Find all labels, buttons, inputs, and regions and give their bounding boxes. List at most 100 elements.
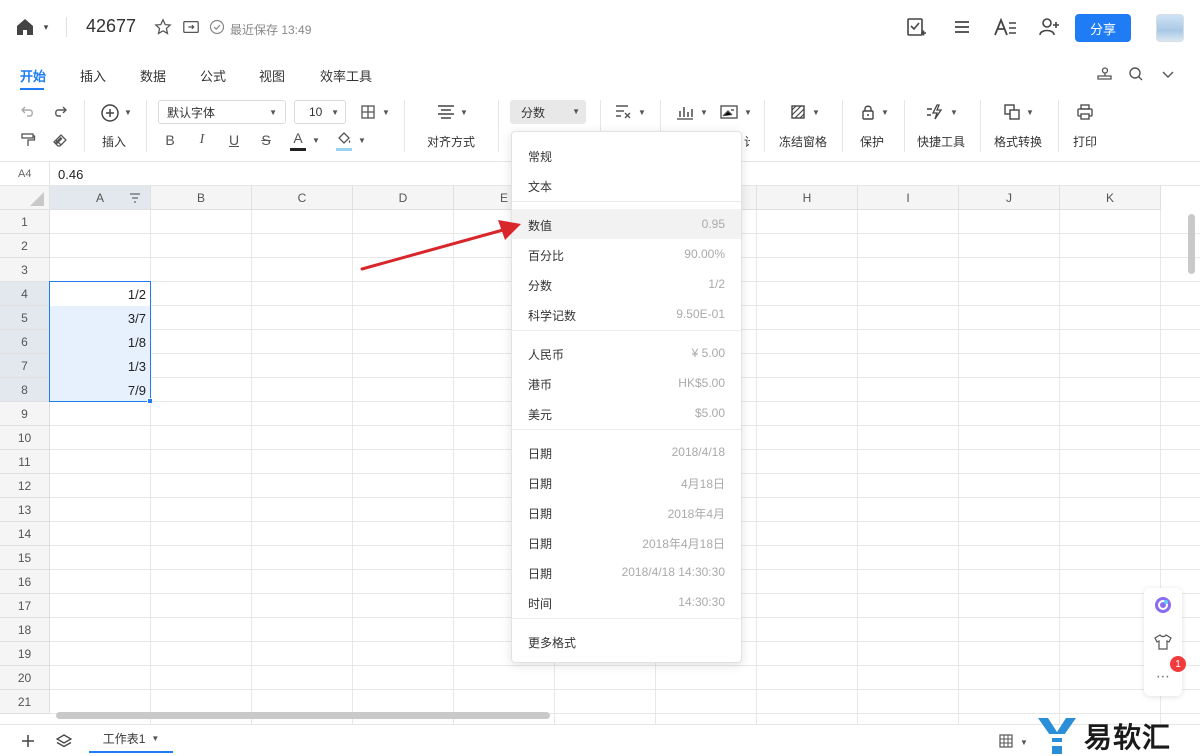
chevron-down-icon[interactable]: ▾ xyxy=(40,20,52,34)
image-dropdown-caret[interactable]: ▼ xyxy=(744,108,752,117)
column-header-i[interactable]: I xyxy=(858,186,959,210)
format-painter-icon[interactable] xyxy=(18,130,38,150)
borders-dropdown-caret[interactable]: ▼ xyxy=(382,108,390,117)
insert-dropdown-caret[interactable]: ▼ xyxy=(124,108,132,117)
font-color-button[interactable]: A xyxy=(288,128,308,148)
align-dropdown-caret[interactable]: ▼ xyxy=(460,108,468,117)
insert-label[interactable]: 插入 xyxy=(102,133,126,150)
font-family-select[interactable]: 默认字体 ▼ xyxy=(158,100,286,124)
row-header-9[interactable]: 9 xyxy=(0,402,50,426)
image-icon[interactable] xyxy=(718,102,740,122)
fill-handle[interactable] xyxy=(147,398,153,404)
quick-tools-label[interactable]: 快捷工具 xyxy=(917,133,965,150)
collapse-ribbon-icon[interactable] xyxy=(1158,64,1178,84)
doc-title[interactable]: 42677 xyxy=(86,16,136,37)
column-header-h[interactable]: H xyxy=(757,186,858,210)
tab-home[interactable]: 开始 xyxy=(20,66,46,85)
row-header-5[interactable]: 5 xyxy=(0,306,50,330)
row-header-7[interactable]: 7 xyxy=(0,354,50,378)
format-item-time[interactable]: 时间 14:30:30 xyxy=(512,587,741,617)
format-item-cny[interactable]: 人民币 ¥ 5.00 xyxy=(512,338,741,368)
protect-dropdown-caret[interactable]: ▼ xyxy=(881,108,889,117)
printer-icon[interactable] xyxy=(1075,102,1095,122)
row-header-10[interactable]: 10 xyxy=(0,426,50,450)
format-item-percent[interactable]: 百分比 90.00% xyxy=(512,239,741,269)
align-icon[interactable] xyxy=(436,102,456,122)
view-mode-icon[interactable] xyxy=(998,733,1014,749)
font-size-select[interactable]: 10 ▼ xyxy=(294,100,346,124)
insert-icon[interactable] xyxy=(98,102,122,124)
select-all-corner[interactable] xyxy=(0,186,50,210)
text-size-icon[interactable] xyxy=(992,15,1018,39)
format-convert-dropdown-caret[interactable]: ▼ xyxy=(1026,108,1034,117)
format-item-date-2[interactable]: 日期 4月18日 xyxy=(512,467,741,497)
row-header-12[interactable]: 12 xyxy=(0,474,50,498)
skin-icon[interactable] xyxy=(1153,632,1173,652)
search-icon[interactable] xyxy=(1126,64,1146,84)
row-header-17[interactable]: 17 xyxy=(0,594,50,618)
row-header-8[interactable]: 8 xyxy=(0,378,50,402)
strikethrough-button[interactable]: S xyxy=(256,130,276,150)
row-header-18[interactable]: 18 xyxy=(0,618,50,642)
freeze-panes-icon[interactable] xyxy=(788,102,808,122)
undo-icon[interactable] xyxy=(18,102,38,122)
format-item-date-4[interactable]: 日期 2018年4月18日 xyxy=(512,527,741,557)
format-item-fraction[interactable]: 分数 1/2 xyxy=(512,269,741,299)
add-collaborator-icon[interactable] xyxy=(1036,15,1062,39)
chart-icon[interactable] xyxy=(674,102,696,122)
fill-color-dropdown-caret[interactable]: ▼ xyxy=(358,136,366,145)
column-header-j[interactable]: J xyxy=(959,186,1060,210)
print-label[interactable]: 打印 xyxy=(1073,133,1097,150)
formula-input[interactable]: 0.46 xyxy=(58,167,83,182)
quick-tools-dropdown-caret[interactable]: ▼ xyxy=(950,108,958,117)
vertical-scrollbar[interactable] xyxy=(1188,214,1195,274)
column-header-k[interactable]: K xyxy=(1060,186,1161,210)
format-item-text[interactable]: 文本 xyxy=(512,170,741,200)
lock-icon[interactable] xyxy=(858,102,878,122)
tab-insert[interactable]: 插入 xyxy=(80,66,106,85)
column-header-d[interactable]: D xyxy=(353,186,454,210)
redo-icon[interactable] xyxy=(50,102,70,122)
number-format-select[interactable]: 分数 ▼ xyxy=(510,100,586,124)
freeze-dropdown-caret[interactable]: ▼ xyxy=(812,108,820,117)
stamp-icon[interactable] xyxy=(1094,64,1114,84)
row-header-11[interactable]: 11 xyxy=(0,450,50,474)
column-header-c[interactable]: C xyxy=(252,186,353,210)
ai-assistant-icon[interactable] xyxy=(1153,595,1173,615)
underline-button[interactable]: U xyxy=(224,130,244,150)
sheet-list-icon[interactable] xyxy=(54,731,74,751)
format-convert-label[interactable]: 格式转换 xyxy=(994,133,1042,150)
sheet-tab[interactable]: 工作表1 ▼ xyxy=(89,725,173,753)
italic-button[interactable]: I xyxy=(192,130,212,150)
format-item-date-5[interactable]: 日期 2018/4/18 14:30:30 xyxy=(512,557,741,587)
menu-icon[interactable] xyxy=(950,15,974,39)
format-item-date-1[interactable]: 日期 2018/4/18 xyxy=(512,437,741,467)
row-header-20[interactable]: 20 xyxy=(0,666,50,690)
format-item-date-3[interactable]: 日期 2018年4月 xyxy=(512,497,741,527)
format-item-usd[interactable]: 美元 $5.00 xyxy=(512,398,741,428)
share-button[interactable]: 分享 xyxy=(1075,14,1131,42)
fill-color-icon[interactable] xyxy=(334,128,354,148)
chart-dropdown-caret[interactable]: ▼ xyxy=(700,108,708,117)
freeze-label[interactable]: 冻结窗格 xyxy=(779,133,827,150)
row-header-4[interactable]: 4 xyxy=(0,282,50,306)
protect-label[interactable]: 保护 xyxy=(860,133,884,150)
review-icon[interactable] xyxy=(904,15,928,39)
more-icon[interactable]: ⋯ xyxy=(1153,668,1173,684)
row-header-3[interactable]: 3 xyxy=(0,258,50,282)
home-icon[interactable] xyxy=(14,16,36,38)
conditional-format-dropdown-caret[interactable]: ▼ xyxy=(638,108,646,117)
row-header-13[interactable]: 13 xyxy=(0,498,50,522)
view-mode-dropdown-caret[interactable]: ▼ xyxy=(1020,738,1028,747)
horizontal-scrollbar[interactable] xyxy=(56,712,550,719)
row-header-19[interactable]: 19 xyxy=(0,642,50,666)
borders-icon[interactable] xyxy=(358,102,378,122)
row-header-14[interactable]: 14 xyxy=(0,522,50,546)
format-item-hkd[interactable]: 港币 HK$5.00 xyxy=(512,368,741,398)
eraser-icon[interactable] xyxy=(50,130,70,150)
star-icon[interactable] xyxy=(152,16,174,38)
font-color-dropdown-caret[interactable]: ▼ xyxy=(312,136,320,145)
format-item-more-formats[interactable]: 更多格式 xyxy=(512,626,741,656)
align-label[interactable]: 对齐方式 xyxy=(427,133,475,150)
conditional-format-icon[interactable] xyxy=(614,102,634,122)
